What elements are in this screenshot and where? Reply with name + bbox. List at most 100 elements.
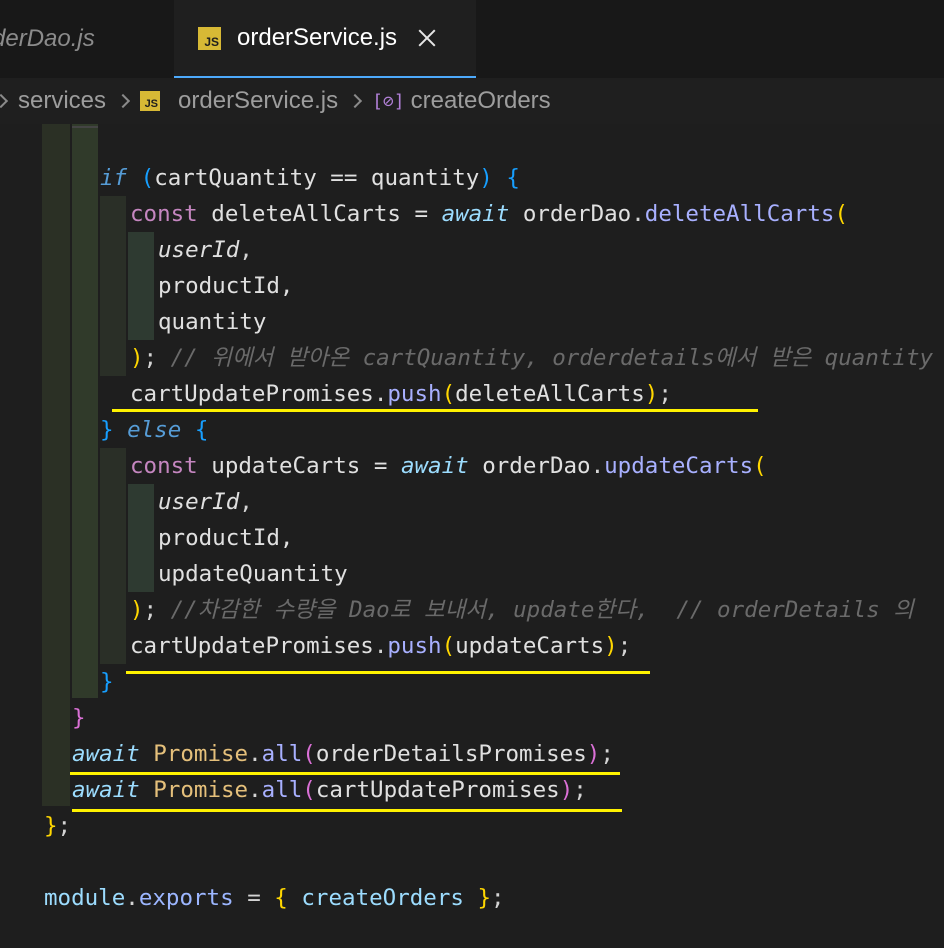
identifier: cartUpdatePromises (130, 633, 374, 659)
paren: ) (130, 345, 144, 371)
code-line: const deleteAllCarts = await orderDao.de… (130, 196, 848, 232)
javascript-file-icon: JS (198, 26, 221, 50)
breadcrumb-label: services (18, 87, 107, 114)
identifier: updateCarts (455, 633, 605, 659)
keyword: const (130, 453, 198, 479)
class-name: Promise (139, 777, 249, 803)
brace: { (274, 885, 302, 911)
identifier: orderDetailsPromises (315, 741, 587, 767)
close-icon[interactable] (417, 28, 437, 48)
punctuation: ; (658, 381, 672, 407)
code-line: ); // 위에서 받아온 cartQuantity, orderdetails… (130, 340, 933, 376)
code-line: productId, (158, 520, 293, 556)
keyword: await (72, 777, 140, 803)
function-name: deleteAllCarts (644, 201, 835, 227)
code-line: userId, (158, 232, 253, 268)
tab-orderservice[interactable]: JS orderService.js (174, 0, 476, 78)
identifier: userId (158, 489, 240, 515)
breadcrumb-item-services[interactable]: services (18, 87, 106, 115)
paren: ) (479, 165, 493, 191)
code-line: const updateCarts = await orderDao.updat… (130, 448, 767, 484)
paren: ) (559, 777, 574, 803)
identifier: deleteAllCarts = (197, 201, 442, 227)
paren: ) (130, 597, 144, 623)
paren: ) (604, 633, 618, 659)
code-line: module.exports = { createOrders }; (44, 880, 505, 916)
indent-guide (42, 124, 70, 806)
tab-label: derDao.js (0, 25, 95, 52)
punctuation: . (248, 741, 262, 767)
indent-guide (72, 124, 98, 698)
paren: ( (302, 777, 316, 803)
paren: ( (441, 381, 456, 407)
identifier: cartUpdatePromises (130, 381, 374, 407)
punctuation: ; (617, 633, 632, 659)
tab-label: orderService.js (237, 24, 398, 51)
breadcrumb-item-symbol[interactable]: [⊘] createOrders (372, 87, 551, 115)
punctuation: . (125, 885, 139, 911)
brace: } (100, 417, 114, 443)
identifier: productId, (158, 525, 294, 551)
punctuation: ; (57, 813, 72, 839)
indent-guide (100, 196, 126, 376)
code-line: quantity (158, 304, 266, 340)
code-line: ); //차감한 수량을 Dao로 보내서, update한다, // orde… (130, 592, 914, 628)
indent-guide (72, 126, 98, 128)
tab-bar: derDao.js JS orderService.js (0, 0, 944, 78)
identifier: createOrders (301, 885, 464, 911)
punctuation: . (373, 633, 388, 659)
condition: cartQuantity == quantity (154, 165, 480, 191)
identifier: cartUpdatePromises (315, 777, 560, 803)
code-line: cartUpdatePromises.push(deleteAllCarts); (130, 376, 672, 412)
tab-orderdao[interactable]: derDao.js (0, 0, 95, 78)
keyword: await (400, 453, 469, 479)
punctuation: ; (491, 885, 505, 911)
code-line: } else { (100, 412, 208, 448)
brace: { (181, 417, 209, 443)
brace: { (492, 165, 520, 191)
code-line: cartUpdatePromises.push(updateCarts); (130, 628, 631, 664)
identifier: updateCarts = (197, 453, 401, 479)
identifier: quantity (158, 309, 267, 335)
breadcrumb-label: orderService.js (178, 87, 339, 114)
paren: ) (586, 741, 601, 767)
chevron-right-icon (348, 93, 363, 109)
highlight-underline (70, 772, 620, 775)
brace: } (72, 705, 86, 731)
function-name: push (387, 633, 442, 659)
identifier: updateQuantity (158, 561, 348, 587)
punctuation: . (373, 381, 388, 407)
code-line: updateQuantity (158, 556, 348, 592)
paren: ( (834, 201, 848, 227)
highlight-underline (72, 809, 622, 812)
paren: ( (127, 165, 155, 191)
operator: = (233, 885, 275, 911)
paren: ( (302, 741, 316, 767)
punctuation: , (239, 237, 253, 263)
keyword: await (72, 741, 140, 767)
chevron-right-icon (115, 93, 131, 109)
identifier: orderDao (468, 453, 591, 479)
paren: ) (644, 381, 659, 407)
punctuation: ; (600, 741, 614, 767)
property: exports (138, 885, 234, 911)
identifier: productId, (158, 273, 294, 299)
punctuation: , (239, 489, 253, 515)
chevron-right-icon (0, 93, 9, 109)
code-line: if (cartQuantity == quantity) { (100, 160, 520, 196)
punctuation: . (631, 201, 645, 227)
function-name: all (261, 741, 303, 767)
brace: } (44, 813, 58, 839)
punctuation: ; (573, 777, 587, 803)
keyword: const (130, 201, 198, 227)
identifier: deleteAllCarts (455, 381, 645, 407)
code-editor[interactable]: if (cartQuantity == quantity) { const de… (0, 124, 944, 948)
code-line: await Promise.all(orderDetailsPromises); (72, 736, 614, 772)
punctuation: ; (143, 597, 171, 623)
keyword: else (113, 417, 182, 443)
breadcrumb-item-file[interactable]: JS orderService.js (140, 87, 338, 115)
punctuation: ; (143, 345, 171, 371)
identifier: orderDao (509, 201, 632, 227)
breadcrumb-label: createOrders (410, 87, 551, 114)
code-line: await Promise.all(cartUpdatePromises); (72, 772, 587, 808)
